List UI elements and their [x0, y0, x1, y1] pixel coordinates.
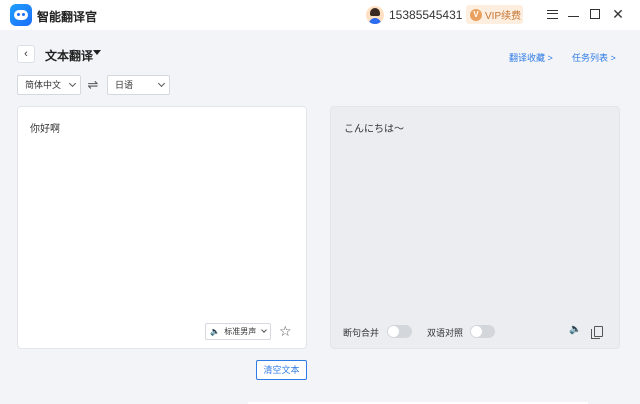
page-title[interactable]: 文本翻译	[45, 47, 93, 64]
swap-languages-icon[interactable]: ⇌	[86, 78, 100, 92]
copy-icon[interactable]	[591, 326, 603, 339]
maximize-button[interactable]	[588, 7, 602, 21]
chevron-down-icon	[68, 79, 77, 88]
maximize-icon	[590, 9, 600, 19]
source-text-panel[interactable]: 你好啊 🔈 标准男声 ☆	[17, 106, 307, 349]
bilingual-label: 双语对照	[427, 328, 464, 338]
clear-text-button[interactable]: 清空文本	[256, 360, 307, 380]
user-avatar[interactable]	[366, 6, 384, 24]
vip-label: VIP续费	[485, 11, 522, 22]
target-language-select[interactable]: 日语	[107, 75, 170, 95]
source-language-value: 简体中文	[25, 80, 62, 90]
source-language-select[interactable]: 简体中文	[17, 75, 81, 95]
close-icon: ✕	[612, 6, 624, 22]
translation-result-panel: こんにちは～ 断句合并 双语对照 🔈	[330, 106, 620, 349]
favorites-link[interactable]: 翻译收藏 >	[509, 51, 553, 64]
sentence-merge-label: 断句合并	[343, 328, 380, 338]
speaker-icon: 🔈	[210, 327, 220, 336]
caret-down-icon[interactable]	[93, 50, 101, 55]
vip-icon: V	[470, 8, 482, 21]
voice-select[interactable]: 🔈 标准男声	[205, 323, 271, 340]
app-name: 智能翻译官	[37, 10, 98, 24]
voice-value: 标准男声	[224, 327, 257, 336]
translation-text: こんにちは～	[344, 124, 404, 135]
user-phone[interactable]: 15385545431	[389, 8, 462, 22]
back-button[interactable]: ‹	[17, 45, 35, 63]
vip-renew-button[interactable]: V VIP续费	[466, 5, 523, 24]
close-button[interactable]: ✕	[611, 7, 625, 21]
chevron-down-icon	[157, 79, 166, 88]
menu-icon	[546, 9, 558, 19]
minimize-button[interactable]	[566, 7, 580, 21]
minimize-icon	[567, 15, 579, 17]
menu-button[interactable]	[545, 7, 559, 21]
sentence-merge-toggle[interactable]	[387, 325, 412, 338]
chevron-left-icon: ‹	[24, 48, 28, 60]
target-language-value: 日语	[115, 80, 134, 90]
task-list-link[interactable]: 任务列表 >	[572, 51, 616, 64]
title-bar: 智能翻译官 15385545431 V VIP续费 ✕	[0, 0, 640, 30]
source-text-input[interactable]: 你好啊	[30, 120, 60, 135]
chevron-down-icon	[261, 327, 267, 333]
bilingual-toggle[interactable]	[470, 325, 495, 338]
app-logo-icon	[10, 4, 32, 26]
speaker-icon[interactable]: 🔈	[569, 324, 581, 335]
favorite-star-icon[interactable]: ☆	[279, 323, 292, 339]
